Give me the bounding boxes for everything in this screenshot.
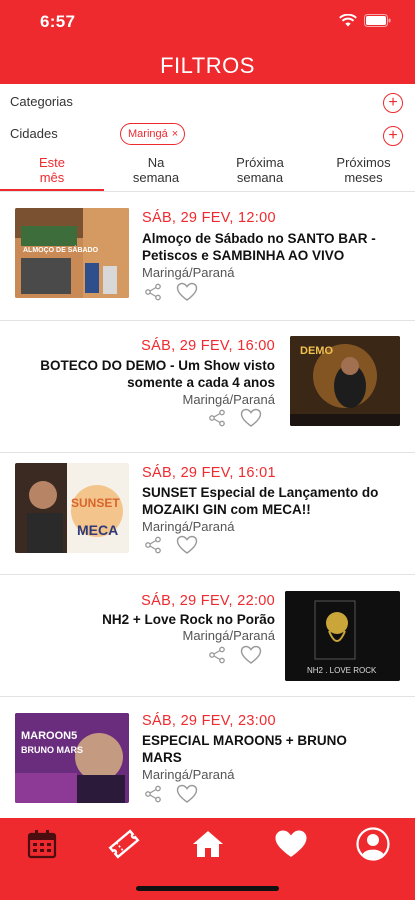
tab-label: Próxima (236, 155, 284, 170)
heart-icon[interactable] (176, 784, 198, 804)
tab-label: semana (132, 170, 180, 185)
event-city: Maringá/Paraná (142, 767, 235, 782)
tab-na-semana[interactable]: Na semana (104, 155, 208, 185)
tab-label: Na (147, 155, 165, 170)
event-city: Maringá/Paraná (142, 519, 235, 534)
event-image[interactable]: MAROON5 BRUNO MARS (15, 713, 129, 803)
nav-favorites[interactable] (273, 826, 309, 862)
event-city: Maringá/Paraná (142, 265, 235, 280)
event-card[interactable]: DEMO SÁB, 29 FEV, 16:00 BOTECO DO DEMO -… (0, 328, 415, 448)
share-icon[interactable] (144, 283, 162, 301)
event-date: SÁB, 29 FEV, 12:00 (142, 210, 276, 226)
event-actions (144, 784, 198, 804)
tab-label: semana (236, 170, 284, 185)
page-title: FILTROS (160, 53, 255, 78)
share-icon[interactable] (144, 785, 162, 803)
nav-home[interactable] (190, 826, 226, 862)
heart-icon[interactable] (240, 645, 262, 665)
status-time: 6:57 (40, 12, 76, 31)
event-card[interactable]: NH2 . LOVE ROCK SÁB, 29 FEV, 22:00 NH2 +… (0, 583, 415, 693)
event-title: Almoço de Sábado no SANTO BAR - Petiscos… (142, 231, 376, 263)
home-icon (193, 831, 223, 857)
heart-icon[interactable] (176, 535, 198, 555)
event-card[interactable]: MAROON5 BRUNO MARS SÁB, 29 FEV, 23:00 ES… (0, 705, 415, 815)
tab-label: meses (344, 170, 383, 185)
poster-text: SUNSET (71, 496, 120, 510)
period-tabs: Este mês Na semana Próxima semana Próxim… (0, 155, 415, 191)
share-icon[interactable] (208, 409, 226, 427)
tab-proximos-meses[interactable]: Próximos meses (312, 155, 415, 185)
nav-tickets[interactable] (106, 826, 142, 862)
event-title: SUNSET Especial de Lançamento do MOZAIKI… (142, 485, 379, 517)
status-bar: 6:57 (0, 0, 415, 44)
divider (0, 452, 415, 453)
event-title: BOTECO DO DEMO - Um Show visto somente a… (40, 358, 275, 390)
event-poster: DEMO (290, 336, 400, 426)
event-actions (208, 645, 262, 665)
divider (0, 696, 415, 697)
heart-icon[interactable] (240, 408, 262, 428)
event-image[interactable]: SUNSET MECA (15, 463, 129, 553)
tab-label: Este (38, 155, 65, 170)
wifi-icon (339, 14, 357, 27)
event-image[interactable]: ALMOÇO DE SÁBADO (15, 208, 129, 298)
event-date: SÁB, 29 FEV, 22:00 (141, 593, 275, 609)
event-poster: SUNSET MECA (15, 463, 129, 553)
event-poster: ALMOÇO DE SÁBADO (15, 208, 129, 298)
cities-filter[interactable]: Cidades Maringá × + (0, 120, 415, 152)
add-city-button[interactable]: + (383, 126, 403, 146)
event-actions (144, 282, 198, 302)
event-city: Maringá/Paraná (182, 392, 276, 407)
event-poster: NH2 . LOVE ROCK (285, 591, 400, 681)
poster-subtext: MECA (77, 522, 118, 538)
event-actions (144, 535, 198, 555)
tab-este-mes[interactable]: Este mês (0, 155, 104, 185)
cities-label: Cidades (10, 126, 58, 141)
event-date: SÁB, 29 FEV, 16:01 (142, 465, 276, 481)
ticket-icon (108, 829, 140, 859)
share-icon[interactable] (144, 536, 162, 554)
nav-profile[interactable] (355, 826, 391, 862)
share-icon[interactable] (208, 646, 226, 664)
poster-subtext: BRUNO MARS (21, 745, 83, 755)
event-image[interactable]: NH2 . LOVE ROCK (285, 591, 400, 681)
battery-icon (364, 14, 391, 27)
heart-icon (275, 830, 307, 857)
calendar-icon (27, 830, 57, 859)
header: 6:57 FILTROS (0, 0, 415, 84)
city-chip[interactable]: Maringá × (120, 123, 186, 145)
categories-filter[interactable]: Categorias + (0, 88, 415, 120)
event-image[interactable]: DEMO (290, 336, 400, 426)
divider (0, 320, 415, 321)
status-icons (339, 14, 391, 27)
categories-label: Categorias (10, 94, 73, 109)
divider (0, 574, 415, 575)
heart-icon[interactable] (176, 282, 198, 302)
event-city: Maringá/Paraná (182, 628, 276, 643)
home-indicator (136, 886, 279, 891)
event-poster: MAROON5 BRUNO MARS (15, 713, 129, 803)
tab-label: mês (39, 170, 65, 185)
add-category-button[interactable]: + (383, 93, 403, 113)
event-title: ESPECIAL MAROON5 + BRUNO MARS (142, 733, 347, 765)
divider (0, 191, 415, 192)
event-actions (208, 408, 262, 428)
event-date: SÁB, 29 FEV, 16:00 (141, 338, 275, 354)
event-date: SÁB, 29 FEV, 23:00 (142, 713, 276, 729)
event-card[interactable]: ALMOÇO DE SÁBADO SÁB, 29 FEV, 12:00 Almo… (0, 200, 415, 318)
event-card[interactable]: SUNSET MECA SÁB, 29 FEV, 16:01 SUNSET Es… (0, 455, 415, 571)
tab-label: Próximos (336, 155, 391, 170)
poster-text: NH2 . LOVE ROCK (307, 666, 377, 675)
nav-calendar[interactable] (24, 826, 60, 862)
city-chip-label: Maringá (128, 127, 168, 140)
poster-text: MAROON5 (21, 730, 77, 742)
poster-text: DEMO (300, 345, 333, 357)
event-title: NH2 + Love Rock no Porão (102, 612, 275, 627)
profile-icon (356, 827, 390, 861)
close-icon[interactable]: × (172, 125, 178, 144)
tab-proxima-semana[interactable]: Próxima semana (208, 155, 312, 185)
poster-text: ALMOÇO DE SÁBADO (23, 245, 99, 254)
